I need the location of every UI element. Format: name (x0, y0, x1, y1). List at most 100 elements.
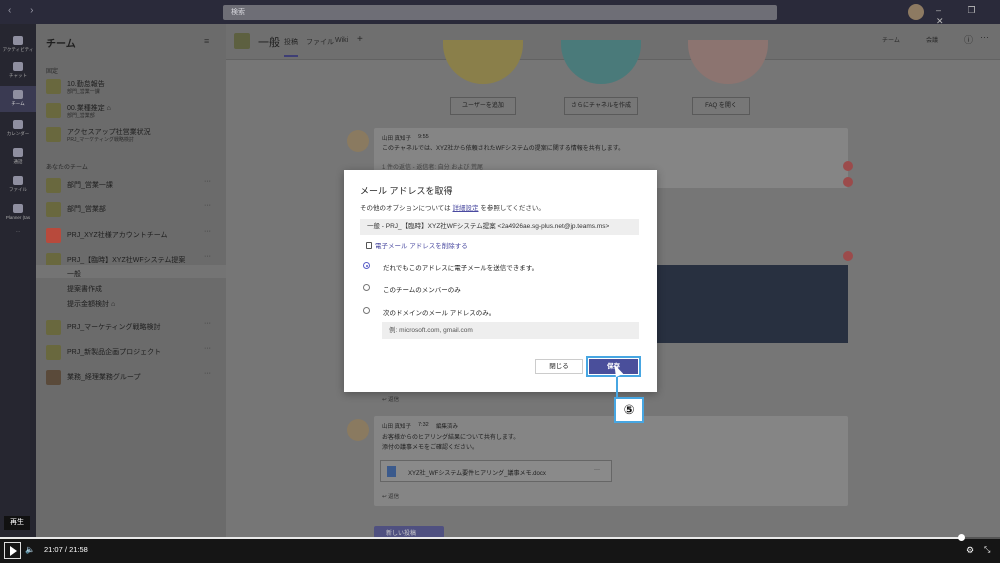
team-item[interactable]: PRJ_XYZ社様アカウントチーム ··· (46, 226, 221, 248)
team-avatar (46, 127, 61, 142)
advanced-settings-link[interactable]: 詳細設定 (453, 205, 479, 212)
video-player-bar (0, 537, 1000, 563)
current-time: 21:07 (44, 545, 63, 554)
message-time: 7:32 (418, 422, 429, 428)
radio-domains-only[interactable] (363, 307, 370, 314)
team-item[interactable]: 業務_経理業務グループ ··· (46, 368, 221, 390)
phone-icon (13, 148, 23, 157)
team-item[interactable]: 部門_営業部 ··· (46, 200, 221, 222)
meeting-button[interactable]: 会議 (926, 35, 938, 44)
domain-input[interactable]: 例: microsoft.com, gmail.com (382, 322, 639, 339)
reply-link[interactable]: ↩ 返信 (382, 492, 399, 500)
message-author: 山田 真知子 (382, 136, 412, 142)
rail-activity[interactable]: アクティビティ (0, 36, 36, 53)
channel-avatar (234, 33, 250, 49)
radio-label-anyone: だれでもこのアドレスに電子メールを送信できます。 (383, 265, 539, 272)
fullscreen-icon[interactable]: ⤡ (984, 545, 990, 555)
message-edited: 編集済み (436, 424, 459, 430)
play-button[interactable] (4, 542, 21, 559)
time-display: 21:07 / 21:58 (44, 545, 88, 554)
reply-link[interactable]: ↩ 返信 (382, 395, 399, 403)
more-icon[interactable]: ··· (204, 228, 211, 235)
radio-anyone[interactable] (363, 262, 370, 269)
rail-planner[interactable]: Planner (tas (0, 204, 36, 220)
callout-line (616, 374, 618, 398)
tab-files[interactable]: ファイル (306, 37, 334, 47)
volume-icon[interactable]: 🔈 (25, 545, 35, 554)
team-item[interactable]: アクセスアップ社営業状況 PRJ_マーケティング戦略検討 (46, 125, 221, 147)
team-item[interactable]: 10.勤怠報告 部門_営業一課 (46, 77, 221, 99)
rail-files[interactable]: ファイル (0, 176, 36, 193)
more-icon[interactable]: ··· (204, 253, 211, 260)
title-bar: ‹ › 検索 – ❐ ✕ (0, 0, 1000, 26)
add-users-button[interactable]: ユーザーを追加 (450, 97, 516, 115)
avatar[interactable] (908, 4, 924, 20)
team-avatar (46, 320, 61, 335)
more-icon[interactable]: ··· (204, 345, 211, 352)
tab-add[interactable]: + (357, 34, 363, 45)
radio-members-only[interactable] (363, 284, 370, 291)
team-item[interactable]: 00.業種推定 ⌂ 部門_営業部 (46, 101, 221, 123)
rail-calls[interactable]: 通話 (0, 148, 36, 165)
team-avatar (46, 345, 61, 360)
more-icon[interactable]: ··· (594, 467, 600, 473)
attachment-name: XYZ社_WFシステム要件ヒアリング_議事メモ.docx (408, 471, 546, 477)
tab-posts[interactable]: 投稿 (284, 37, 298, 57)
nav-arrows[interactable]: ‹ › (8, 5, 41, 16)
team-item[interactable]: PRJ_マーケティング戦略検討 ··· (46, 318, 221, 340)
message-text: このチャネルでは、XYZ社から依頼されたWFシステムの提案に関する情報を共有しま… (382, 146, 625, 152)
team-avatar (46, 103, 61, 118)
message-time: 9:55 (418, 134, 429, 140)
planner-icon (13, 204, 23, 213)
reaction-icon[interactable] (843, 177, 853, 187)
channel-general[interactable]: 一般 (67, 269, 81, 279)
avatar (347, 419, 369, 441)
total-time: 21:58 (69, 545, 88, 554)
more-icon[interactable]: ··· (980, 32, 989, 42)
more-icon[interactable]: ··· (204, 178, 211, 185)
rail-teams[interactable]: チーム (0, 86, 36, 112)
trash-icon (366, 242, 372, 249)
section-pinned: 固定 (46, 69, 59, 75)
create-channel-button[interactable]: さらにチャネルを作成 (564, 97, 638, 115)
channel-active-bg (36, 265, 226, 278)
remove-email-link[interactable]: 電子メール アドレスを削除する (366, 240, 468, 250)
radio-label-domains: 次のドメインのメール アドレスのみ。 (383, 310, 496, 317)
app-rail: アクティビティ チャット チーム カレンダー 通話 ファイル Planner (… (0, 24, 36, 537)
team-avatar (46, 202, 61, 217)
filter-icon[interactable]: ≡ (204, 36, 209, 46)
more-icon[interactable]: ··· (204, 320, 211, 327)
get-email-dialog: メール アドレスを取得 その他のオプションについては 詳細設定 を参照してくださ… (344, 170, 657, 392)
close-button[interactable]: 閉じる (535, 359, 583, 374)
progress-knob[interactable] (958, 534, 965, 541)
channel-title: 一般 (258, 37, 280, 49)
sidebar-title: チーム (46, 39, 76, 50)
team-avatar (46, 370, 61, 385)
file-icon (13, 176, 23, 185)
search-input[interactable]: 検索 (223, 5, 777, 20)
more-icon[interactable]: ··· (204, 370, 211, 377)
message-text: お客様からのヒアリング結果について共有します。 (382, 435, 520, 441)
play-tooltip: 再生 (4, 516, 30, 530)
tab-wiki[interactable]: Wiki (335, 37, 348, 44)
faq-button[interactable]: FAQ を開く (692, 97, 750, 115)
team-item[interactable]: 部門_営業一課 ··· (46, 176, 221, 198)
teams-icon (13, 90, 23, 99)
rail-calendar[interactable]: カレンダー (0, 120, 36, 137)
team-item[interactable]: PRJ_新製品企画プロジェクト ··· (46, 343, 221, 365)
reaction-icon[interactable] (843, 251, 853, 261)
reaction-icon[interactable] (843, 161, 853, 171)
step-callout: ⑤ (614, 397, 644, 423)
email-address-field[interactable]: 一般 - PRJ_【臨時】XYZ社WFシステム提案 <2a4926ae.sg-p… (360, 219, 639, 235)
attachment-card[interactable]: XYZ社_WFシステム要件ヒアリング_議事メモ.docx ··· (380, 460, 612, 482)
info-icon[interactable]: ⓘ (964, 33, 973, 46)
channel-proposal[interactable]: 提案書作成 (67, 284, 102, 294)
channel-pricing[interactable]: 提示金額検討 ⌂ (67, 299, 115, 309)
settings-icon[interactable]: ⚙ (966, 545, 974, 556)
team-avatar (46, 228, 61, 243)
chat-icon (13, 62, 23, 71)
rail-more[interactable]: ... (0, 228, 36, 233)
rail-chat[interactable]: チャット (0, 62, 36, 79)
more-icon[interactable]: ··· (204, 202, 211, 209)
team-button[interactable]: チーム (882, 35, 900, 44)
